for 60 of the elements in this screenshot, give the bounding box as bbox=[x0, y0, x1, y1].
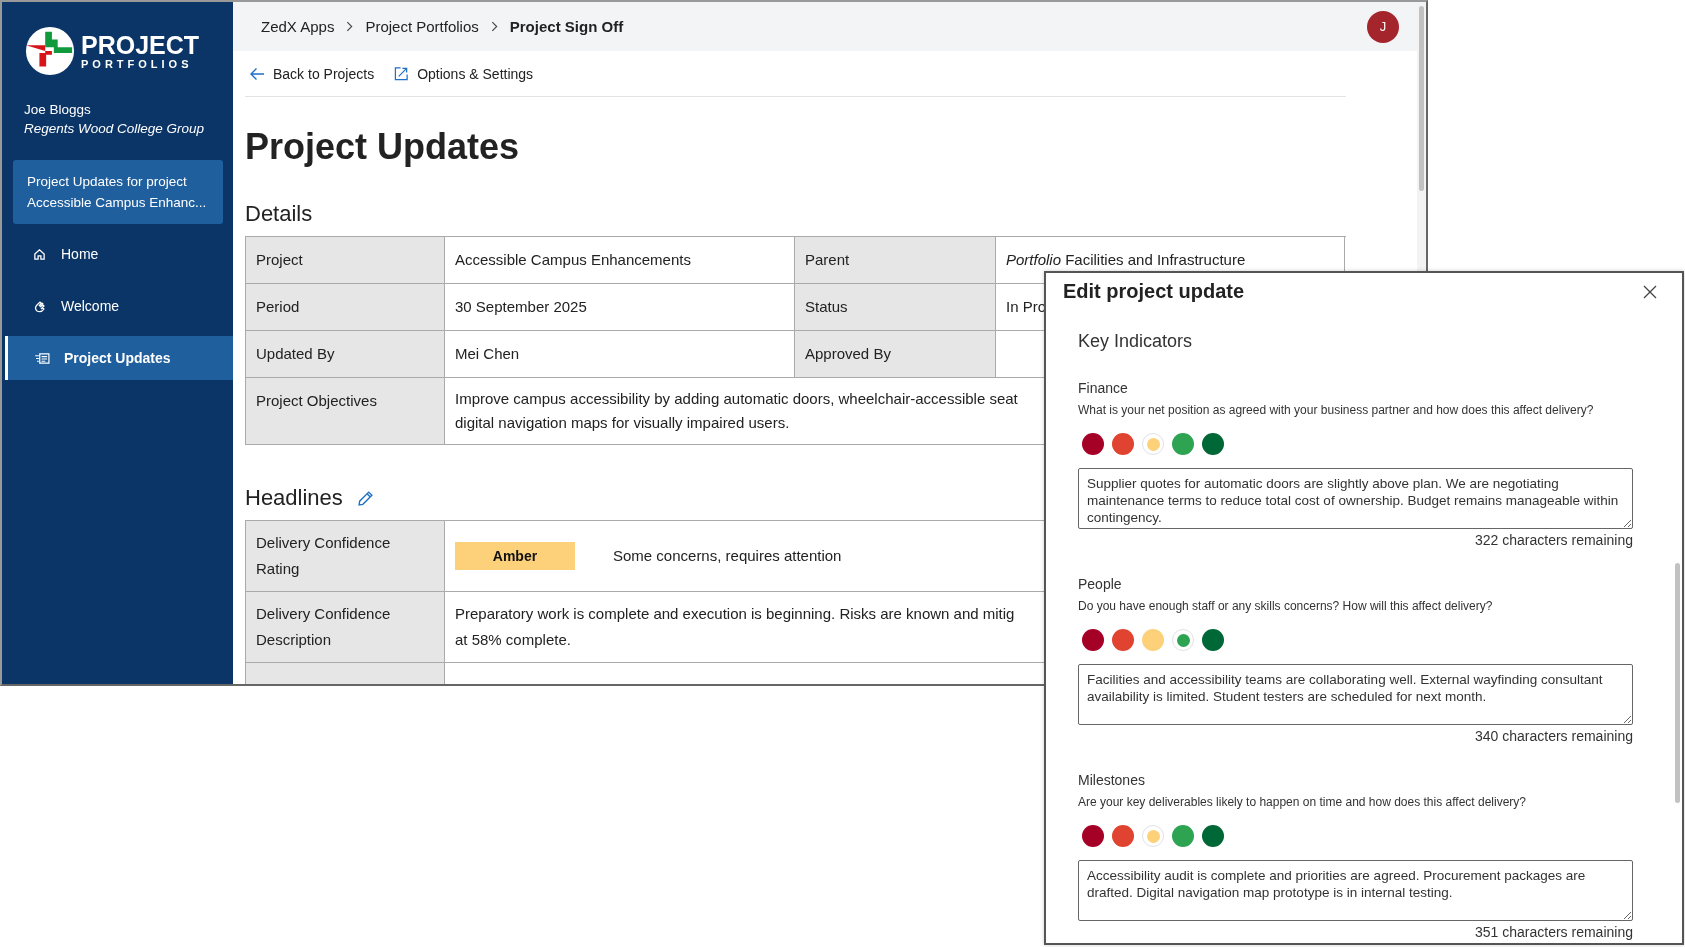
logo-title: PROJECT bbox=[81, 32, 200, 58]
character-counter: 322 characters remaining bbox=[1474, 532, 1633, 548]
arrow-left-icon bbox=[249, 66, 265, 81]
rating-option[interactable] bbox=[1202, 629, 1224, 651]
table-cell: 30 September 2025 bbox=[445, 284, 795, 331]
row-label: Period bbox=[246, 284, 445, 331]
table-cell: Accessible Campus Enhancements bbox=[445, 237, 795, 284]
pencil-icon bbox=[356, 490, 374, 507]
character-counter: 351 characters remaining bbox=[1474, 924, 1633, 940]
breadcrumb-link[interactable]: Project Portfolios bbox=[365, 18, 479, 35]
chevron-icon bbox=[490, 21, 498, 32]
rating-description: Some concerns, requires attention bbox=[613, 546, 842, 566]
text-area[interactable]: Supplier quotes for automatic doors are slightly above plan. We are negotiating maintenance terms to reduce total cost of ownership. Budget remains manageable within contingency. bbox=[1078, 468, 1633, 529]
rating-badge: Amber bbox=[455, 542, 575, 570]
newspaper-icon bbox=[35, 350, 50, 366]
breadcrumb-link[interactable]: ZedX Apps bbox=[261, 18, 335, 35]
text-area[interactable]: Accessibility audit is complete and priorities are agreed. Procurement packages are drafted. Digital navigation map prototype is in internal testing. bbox=[1078, 860, 1633, 921]
row-label: Delivery Confidence Description bbox=[246, 592, 445, 663]
logo-subtitle: PORTFOLIOS bbox=[81, 58, 194, 70]
character-counter: 340 characters remaining bbox=[1474, 728, 1633, 744]
page-title: Project Updates bbox=[245, 125, 521, 169]
text-area[interactable]: Facilities and accessibility teams are collaborating well. External wayfinding consultant availability is limited. Student testers are scheduled for next month. bbox=[1078, 664, 1633, 725]
rating-option[interactable] bbox=[1112, 629, 1134, 651]
indicator-label: People bbox=[1078, 576, 1123, 592]
row-label: Parent bbox=[795, 237, 996, 284]
context-card[interactable]: Project Updates for project Accessible Campus Enhanc... bbox=[13, 160, 223, 224]
indicator-label: Milestones bbox=[1078, 772, 1146, 788]
indicator-question: Are your key deliverables likely to happen on time and how does this affect delivery? bbox=[1078, 795, 1528, 809]
row-label: Project Objectives bbox=[246, 378, 445, 445]
indicator-label: Finance bbox=[1078, 380, 1129, 396]
row-label: Project bbox=[246, 237, 445, 284]
rating-option[interactable] bbox=[1082, 825, 1104, 847]
rating-option[interactable] bbox=[1112, 433, 1134, 455]
organisation-name: Regents Wood College Group bbox=[24, 120, 206, 138]
section-heading: Headlines bbox=[245, 484, 343, 512]
toolbar-button[interactable]: Back to Projects bbox=[247, 63, 377, 84]
row-label: Status bbox=[795, 284, 996, 331]
house-icon bbox=[32, 246, 47, 262]
user-avatar[interactable]: J bbox=[1367, 10, 1399, 43]
rating-option[interactable] bbox=[1112, 825, 1134, 847]
window-arrow-icon bbox=[394, 66, 410, 81]
chevron-icon bbox=[346, 21, 354, 32]
row-label: Updated By bbox=[246, 331, 445, 378]
section-heading: Details bbox=[245, 200, 314, 228]
nav-item[interactable]: Welcome bbox=[2, 284, 233, 328]
section-heading: Key Indicators bbox=[1078, 331, 1194, 352]
logo-icon bbox=[25, 26, 75, 76]
scrollbar[interactable] bbox=[1675, 563, 1680, 803]
user-name: Joe Bloggs bbox=[24, 101, 92, 119]
nav-item[interactable]: Project Updates bbox=[5, 336, 233, 380]
toolbar-button[interactable]: Options & Settings bbox=[392, 63, 536, 84]
table-cell: Mei Chen bbox=[445, 331, 795, 378]
rating-option[interactable] bbox=[1082, 629, 1104, 651]
rating-option[interactable] bbox=[1202, 825, 1224, 847]
row-label: Delivery Confidence Rating bbox=[246, 521, 445, 592]
row-label: Approved By bbox=[795, 331, 996, 378]
rating-option[interactable] bbox=[1082, 433, 1104, 455]
rating-option[interactable] bbox=[1202, 433, 1224, 455]
nav-item[interactable]: Home bbox=[2, 232, 233, 276]
breadcrumb-link[interactable]: Project Sign Off bbox=[509, 18, 624, 35]
